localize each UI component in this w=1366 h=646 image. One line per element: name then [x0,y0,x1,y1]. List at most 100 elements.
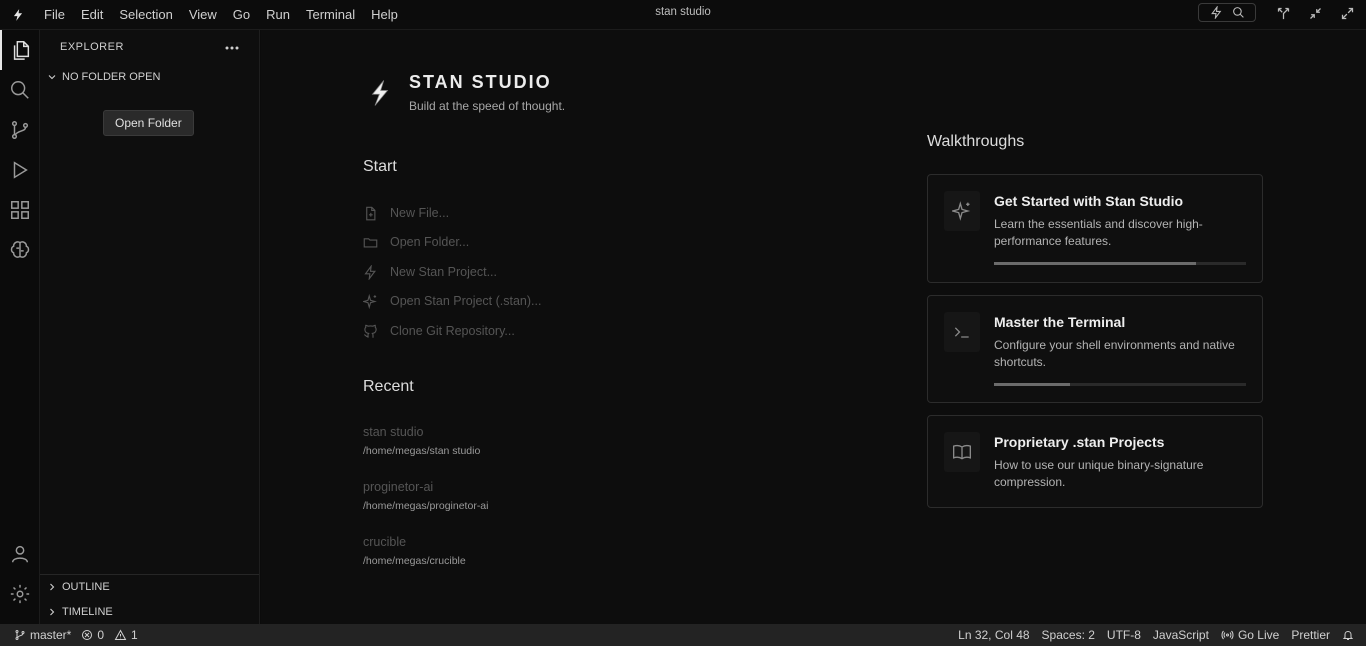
branch-name: master* [30,628,72,642]
indentation[interactable]: Spaces: 2 [1042,628,1095,642]
maximize-icon[interactable] [1336,2,1358,24]
github-icon [363,324,378,339]
formatter[interactable]: Prettier [1291,628,1330,642]
walkthrough-desc: Learn the essentials and discover high-p… [994,217,1203,248]
chevron-down-icon [46,71,58,83]
walkthrough-title: Master the Terminal [994,314,1126,330]
chevron-right-icon [46,581,58,593]
warning-icon [114,629,127,641]
branch-indicator[interactable]: master* [14,628,71,642]
error-count: 0 [97,628,105,642]
start-clone-repo[interactable]: Clone Git Repository... [363,322,515,340]
no-folder-section[interactable]: NO FOLDER OPEN [46,67,160,87]
app-logo-icon[interactable] [0,0,36,30]
recent-item-name[interactable]: crucible [363,535,406,549]
recent-item-name[interactable]: stan studio [363,425,423,439]
extensions-icon[interactable] [0,190,40,230]
walkthrough-card-get-started[interactable]: Get Started with Stan Studio Learn the e… [927,174,1263,283]
walkthrough-progress-fill [994,262,1196,265]
timeline-section[interactable]: TIMELINE [46,602,260,622]
no-folder-label: NO FOLDER OPEN [62,71,161,83]
account-icon[interactable] [0,534,40,574]
terminal-icon [944,312,980,352]
start-new-file-label: New File... [390,206,450,220]
brain-icon[interactable] [0,230,40,270]
go-live-button[interactable]: Go Live [1221,628,1279,642]
minimize-icon[interactable] [1304,2,1326,24]
more-actions-icon[interactable] [222,38,242,58]
activity-bar [0,30,40,624]
walkthrough-title: Proprietary .stan Projects [994,434,1165,450]
start-clone-repo-label: Clone Git Repository... [390,324,515,338]
bell-icon[interactable] [1342,629,1354,641]
welcome-page: STAN STUDIO Build at the speed of though… [261,30,1366,624]
menu-bar: File Edit Selection View Go Run Terminal… [36,0,406,30]
warning-count: 1 [131,628,138,642]
sparkle-icon [944,191,980,231]
start-open-folder-label: Open Folder... [390,235,470,249]
search-icon[interactable] [1232,6,1245,19]
walkthrough-progress-fill [994,383,1070,386]
encoding[interactable]: UTF-8 [1107,628,1141,642]
menu-view[interactable]: View [181,0,225,30]
bolt-icon [363,264,378,280]
sidebar-divider [40,574,259,575]
layout-icon[interactable] [1272,2,1294,24]
folder-icon [363,235,378,250]
explorer-icon[interactable] [0,30,40,70]
language-mode[interactable]: JavaScript [1153,628,1209,642]
walkthrough-desc: How to use our unique binary-signature c… [994,458,1204,489]
walkthrough-card-stan-projects[interactable]: Proprietary .stan Projects How to use ou… [927,415,1263,508]
recent-item-path: /home/megas/stan studio [363,445,481,457]
explorer-sidebar: EXPLORER NO FOLDER OPEN Open Folder OUTL… [40,30,260,624]
search-icon[interactable] [0,70,40,110]
start-open-folder[interactable]: Open Folder... [363,233,469,251]
walkthrough-progress [994,383,1246,386]
start-new-file[interactable]: New File... [363,204,449,222]
start-open-project[interactable]: Open Stan Project (.stan)... [363,292,541,310]
source-control-icon[interactable] [0,110,40,150]
outline-section[interactable]: OUTLINE [46,577,260,597]
menu-run[interactable]: Run [258,0,298,30]
start-heading: Start [363,158,397,175]
recent-item-name[interactable]: proginetor-ai [363,480,433,494]
error-icon [81,629,93,641]
run-debug-icon[interactable] [0,150,40,190]
menu-file[interactable]: File [36,0,73,30]
menu-terminal[interactable]: Terminal [298,0,363,30]
new-file-icon [363,206,378,221]
timeline-label: TIMELINE [62,606,113,618]
recent-item-path: /home/megas/crucible [363,555,466,567]
open-folder-tooltip[interactable]: Open Folder [103,110,194,136]
settings-gear-icon[interactable] [0,574,40,614]
walkthrough-progress [994,262,1246,265]
menu-edit[interactable]: Edit [73,0,111,30]
walkthrough-title: Get Started with Stan Studio [994,193,1184,209]
status-bar: master* 0 1 Ln 32, Col 48 Spaces: 2 UTF-… [0,624,1366,646]
menu-go[interactable]: Go [225,0,258,30]
chevron-right-icon [46,606,58,618]
git-branch-icon [14,629,26,641]
start-new-project-label: New Stan Project... [390,265,497,279]
go-live-label: Go Live [1237,628,1280,642]
walkthrough-desc: Configure your shell environments and na… [994,338,1235,369]
problems-indicator[interactable]: 0 1 [81,628,138,642]
sidebar-title: EXPLORER [60,41,124,53]
walkthrough-card-terminal[interactable]: Master the Terminal Configure your shell… [927,295,1263,403]
start-new-project[interactable]: New Stan Project... [363,263,497,281]
outline-label: OUTLINE [62,581,110,593]
start-open-project-label: Open Stan Project (.stan)... [390,294,542,308]
sparkle-icon [363,293,378,309]
menu-help[interactable]: Help [363,0,406,30]
menu-selection[interactable]: Selection [111,0,180,30]
book-icon [944,432,980,472]
bolt-icon[interactable] [1210,6,1223,19]
command-center[interactable] [1198,3,1256,22]
window-controls [1272,0,1358,26]
brand-name: STAN STUDIO [409,72,552,92]
cursor-position[interactable]: Ln 32, Col 48 [958,628,1029,642]
recent-heading: Recent [363,378,414,395]
recent-item-path: /home/megas/proginetor-ai [363,500,489,512]
title-bar: File Edit Selection View Go Run Terminal… [0,0,1366,30]
walkthroughs-heading: Walkthroughs [927,133,1025,150]
